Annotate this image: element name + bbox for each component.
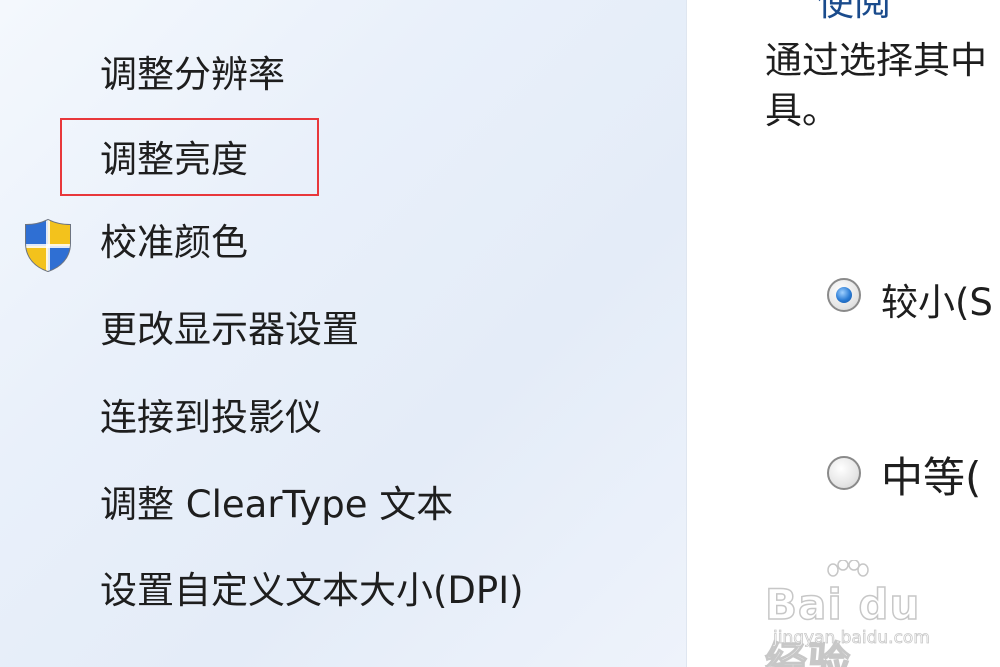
description-line: 通过选择其中 [765, 39, 987, 82]
display-control-panel: 调整分辨率 调整亮度 校准颜色 更改显示器设置 连接到投影仪 调整 ClearT… [0, 0, 1000, 667]
sidebar-item-connect-projector[interactable]: 连接到投影仪 [100, 396, 322, 440]
sidebar-item-calibrate-color[interactable]: 校准颜色 [100, 221, 248, 265]
sidebar-item-adjust-resolution[interactable]: 调整分辨率 [100, 53, 285, 97]
main-content: 使阅 通过选择其中 具。 较小(S 中等( [687, 0, 1000, 667]
description-text: 通过选择其中 具。 [765, 36, 1000, 136]
uac-shield-icon [25, 218, 71, 273]
option-label: 中等( [881, 453, 982, 502]
sidebar-item-custom-dpi[interactable]: 设置自定义文本大小(DPI) [100, 569, 524, 613]
option-label: 较小(S [881, 281, 993, 324]
page-heading: 使阅 [817, 0, 891, 24]
sidebar-item-change-display-settings[interactable]: 更改显示器设置 [100, 308, 359, 352]
sidebar: 调整分辨率 调整亮度 校准颜色 更改显示器设置 连接到投影仪 调整 ClearT… [0, 0, 687, 667]
description-line: 具。 [765, 89, 839, 132]
radio-button[interactable] [827, 456, 861, 490]
radio-button[interactable] [827, 278, 861, 312]
sidebar-item-adjust-brightness[interactable]: 调整亮度 [100, 138, 248, 182]
sidebar-item-adjust-cleartype[interactable]: 调整 ClearType 文本 [100, 483, 453, 527]
